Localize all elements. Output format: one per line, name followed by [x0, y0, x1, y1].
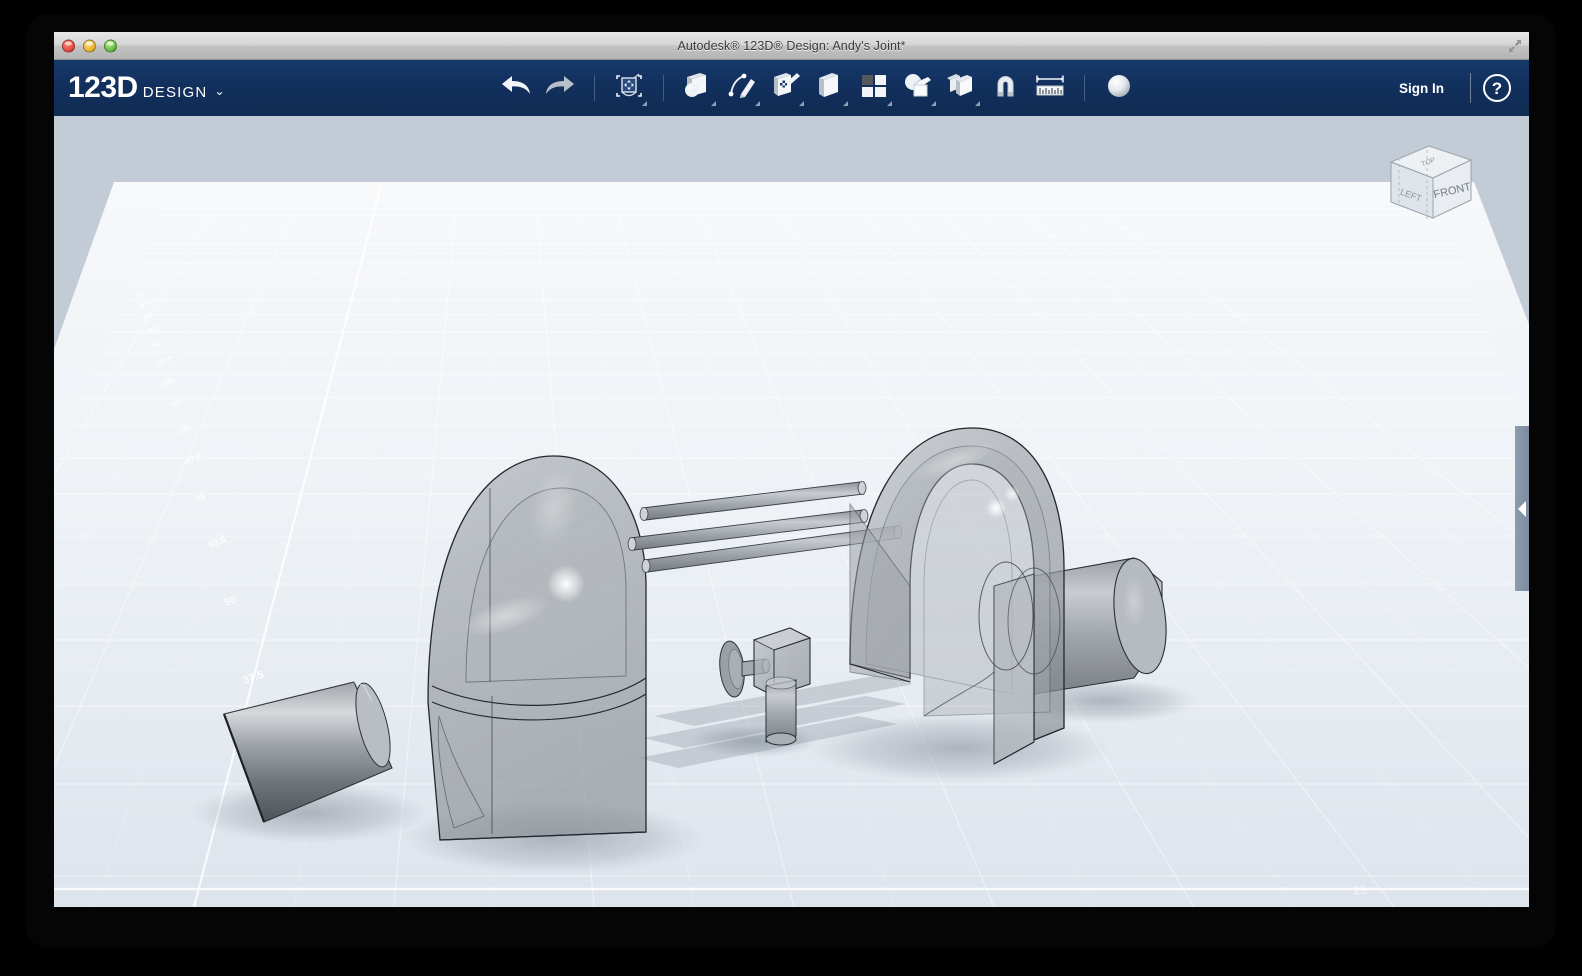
help-button[interactable]: ? — [1483, 74, 1511, 102]
3d-scene: 12.5 25 37.5 50 62.5 75 87.5 100 112.5 1… — [54, 116, 1529, 907]
modify-button[interactable] — [808, 66, 852, 110]
redo-icon — [543, 73, 577, 104]
application-toolbar: 123D DESIGN ⌄ Sign In ? — [54, 60, 1529, 116]
resize-grip-icon[interactable] — [1507, 38, 1523, 54]
undo-button[interactable] — [494, 66, 538, 110]
side-panel-toggle[interactable] — [1515, 426, 1529, 591]
window-controls — [62, 39, 117, 52]
combine-icon — [945, 71, 979, 106]
grouping-icon — [901, 71, 935, 106]
minimize-button[interactable] — [83, 39, 96, 52]
combine-button[interactable] — [940, 66, 984, 110]
toolbar-separator-1 — [594, 75, 595, 101]
brand-123d: 123D — [68, 71, 138, 104]
chevron-down-icon: ⌄ — [214, 84, 225, 98]
construct-button[interactable] — [764, 66, 808, 110]
chevron-left-icon — [1518, 500, 1526, 517]
sketch-icon — [725, 71, 759, 106]
window-titlebar: Autodesk® 123D® Design: Andy's Joint* — [54, 32, 1529, 60]
app-brand-menu[interactable]: 123D DESIGN ⌄ — [68, 73, 225, 103]
brand-design: DESIGN — [142, 84, 208, 101]
sign-in-button[interactable]: Sign In — [1385, 81, 1458, 96]
undo-icon — [499, 73, 533, 104]
modify-icon — [813, 72, 847, 105]
toolbar-separator-4 — [1470, 73, 1471, 103]
grouping-button[interactable] — [896, 66, 940, 110]
measure-button[interactable] — [1028, 66, 1072, 110]
toolbar-account-group: Sign In ? — [1385, 60, 1511, 116]
ruler-icon — [1033, 72, 1067, 105]
device-bezel: Autodesk® 123D® Design: Andy's Joint* 12… — [26, 14, 1556, 948]
primitives-icon — [681, 72, 715, 105]
primitives-button[interactable] — [676, 66, 720, 110]
pattern-icon — [859, 72, 889, 105]
transform-icon — [612, 70, 646, 107]
3d-viewport[interactable]: 12.5 25 37.5 50 62.5 75 87.5 100 112.5 1… — [54, 116, 1529, 907]
grid-label: 25 — [1353, 883, 1368, 898]
pattern-button[interactable] — [852, 66, 896, 110]
toolbar-separator-3 — [1084, 75, 1085, 101]
construct-icon — [769, 71, 803, 106]
toolbar-separator-2 — [663, 75, 664, 101]
toolbar-tool-group — [494, 60, 1141, 116]
screen-root: Autodesk® 123D® Design: Andy's Joint* 12… — [0, 0, 1582, 976]
snap-button[interactable] — [984, 66, 1028, 110]
sphere-icon — [1104, 71, 1134, 106]
redo-button[interactable] — [538, 66, 582, 110]
close-button[interactable] — [62, 39, 75, 52]
zoom-button[interactable] — [104, 39, 117, 52]
transform-button[interactable] — [607, 66, 651, 110]
magnet-icon — [991, 71, 1021, 106]
window-title: Autodesk® 123D® Design: Andy's Joint* — [677, 38, 906, 53]
application-window: Autodesk® 123D® Design: Andy's Joint* 12… — [54, 32, 1529, 907]
material-button[interactable] — [1097, 66, 1141, 110]
sketch-button[interactable] — [720, 66, 764, 110]
view-cube[interactable]: TOP LEFT FRONT — [1369, 128, 1489, 228]
